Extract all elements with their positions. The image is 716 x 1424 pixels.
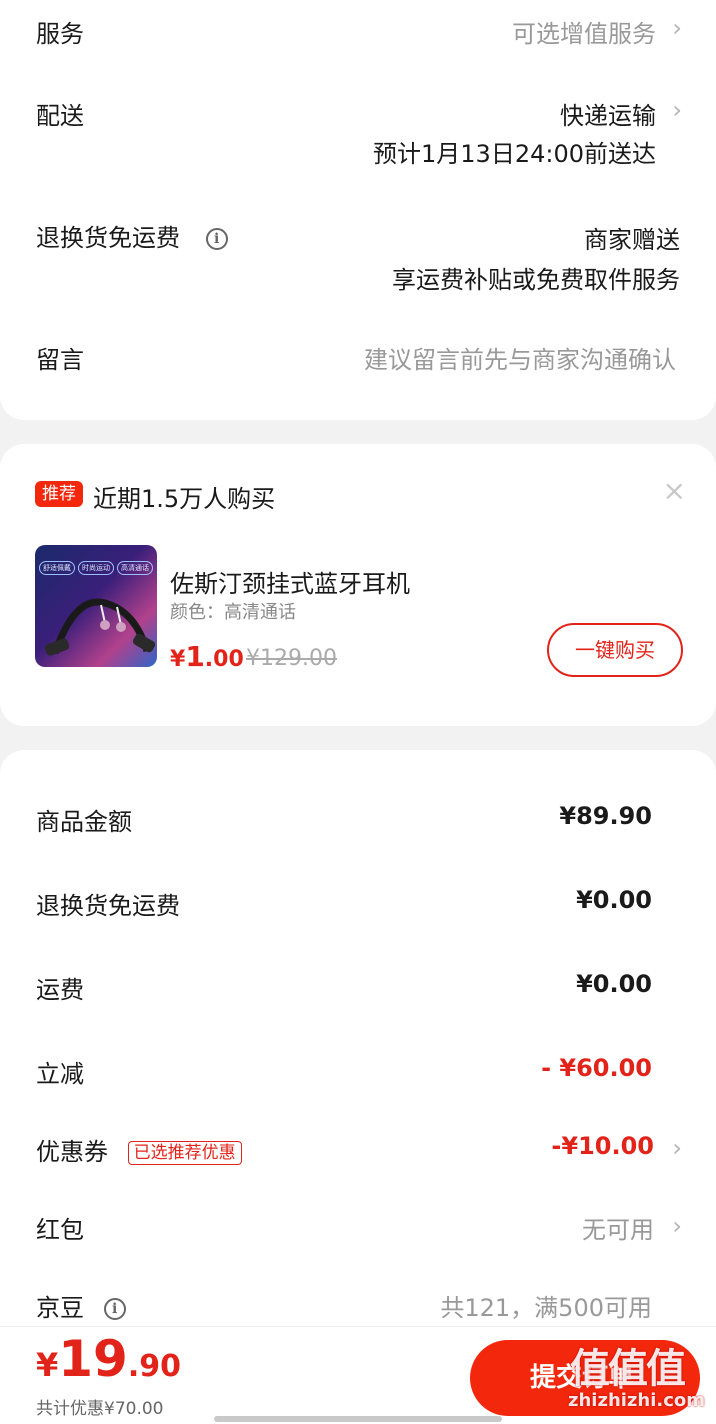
message-row[interactable]: 留言 建议留言前先与商家沟通确认 <box>36 340 680 374</box>
delivery-eta: 预计1月13日24:00前送达 <box>373 140 656 168</box>
delivery-row[interactable]: 配送 快递运输 › 预计1月13日24:00前送达 <box>36 96 682 168</box>
free-return-label: 退换货免运费 i <box>36 218 228 253</box>
product-thumbnail[interactable]: 舒适佩戴 时尚运动 高清通话 <box>35 545 157 667</box>
discount-value: - ¥60.00 <box>541 1054 652 1082</box>
shipping-row: 运费 ¥0.00 <box>36 970 680 1004</box>
chevron-right-icon: › <box>672 1134 682 1162</box>
coupon-label: 优惠券 已选推荐优惠 <box>36 1132 242 1167</box>
watermark-logo: 值值值 zhizhizhi.com <box>562 1336 712 1420</box>
return-fee-value: ¥0.00 <box>576 886 652 914</box>
jd-beans-label: 京豆 i <box>36 1288 126 1323</box>
goods-amount-row: 商品金额 ¥89.90 <box>36 802 680 836</box>
message-label: 留言 <box>36 346 84 374</box>
service-value: 可选增值服务 <box>512 20 656 48</box>
product-name[interactable]: 佐斯汀颈挂式蓝牙耳机 <box>170 564 410 599</box>
chevron-right-icon: › <box>672 14 682 42</box>
red-packet-label: 红包 <box>36 1216 84 1244</box>
watermark-logo-text: 值值值 <box>570 1346 686 1392</box>
free-return-detail: 享运费补贴或免费取件服务 <box>392 266 680 294</box>
watermark-url: zhizhizhi.com <box>568 1390 706 1411</box>
product-price: ¥1.00 <box>170 640 244 673</box>
home-indicator[interactable] <box>214 1416 502 1422</box>
free-return-row: 退换货免运费 i 商家赠送 享运费补贴或免费取件服务 <box>36 218 680 294</box>
chevron-right-icon: › <box>672 96 682 124</box>
earphone-image <box>44 598 156 656</box>
info-icon[interactable]: i <box>205 228 228 250</box>
red-packet-row[interactable]: 红包 无可用 › <box>36 1210 682 1244</box>
coupon-row[interactable]: 优惠券 已选推荐优惠 -¥10.00 › <box>36 1132 682 1167</box>
shipping-label: 运费 <box>36 976 84 1004</box>
goods-amount-value: ¥89.90 <box>559 802 652 830</box>
jd-beans-value: 共121，满500可用 <box>440 1294 652 1322</box>
message-input[interactable]: 建议留言前先与商家沟通确认 <box>364 340 676 375</box>
service-label: 服务 <box>36 20 84 48</box>
coupon-value: -¥10.00 <box>551 1132 654 1160</box>
jd-beans-row: 京豆 i 共121，满500可用 <box>36 1288 680 1322</box>
coupon-selected-badge: 已选推荐优惠 <box>127 1141 242 1165</box>
shipping-value: ¥0.00 <box>576 970 652 998</box>
product-original-price: ¥129.00 <box>246 646 337 671</box>
recommend-badge: 推荐 <box>35 481 83 507</box>
order-options-card: 服务 可选增值服务 › 配送 快递运输 › 预计1月13日24:00前送达 退换… <box>0 0 716 420</box>
product-attribute: 颜色：高清通话 <box>170 602 296 623</box>
delivery-method: 快递运输 <box>560 102 656 130</box>
info-icon[interactable]: i <box>103 1298 126 1320</box>
price-summary-card: 商品金额 ¥89.90 退换货免运费 ¥0.00 运费 ¥0.00 立减 - ¥… <box>0 750 716 1424</box>
close-icon[interactable]: × <box>663 474 686 507</box>
total-savings: 共计优惠¥70.00 <box>36 1399 164 1419</box>
delivery-label: 配送 <box>36 102 84 130</box>
free-return-value: 商家赠送 <box>584 226 680 254</box>
return-fee-row: 退换货免运费 ¥0.00 <box>36 886 680 920</box>
goods-amount-label: 商品金额 <box>36 808 132 836</box>
service-row[interactable]: 服务 可选增值服务 › <box>36 14 682 48</box>
return-fee-label: 退换货免运费 <box>36 892 180 920</box>
total-price: ¥19.90 <box>36 1330 182 1388</box>
chevron-right-icon: › <box>672 1212 682 1240</box>
discount-row: 立减 - ¥60.00 <box>36 1054 680 1088</box>
red-packet-value: 无可用 <box>582 1216 654 1244</box>
discount-label: 立减 <box>36 1060 84 1088</box>
one-click-buy-button[interactable]: 一键购买 <box>547 623 683 677</box>
recommend-title: 近期1.5万人购买 <box>93 485 276 513</box>
